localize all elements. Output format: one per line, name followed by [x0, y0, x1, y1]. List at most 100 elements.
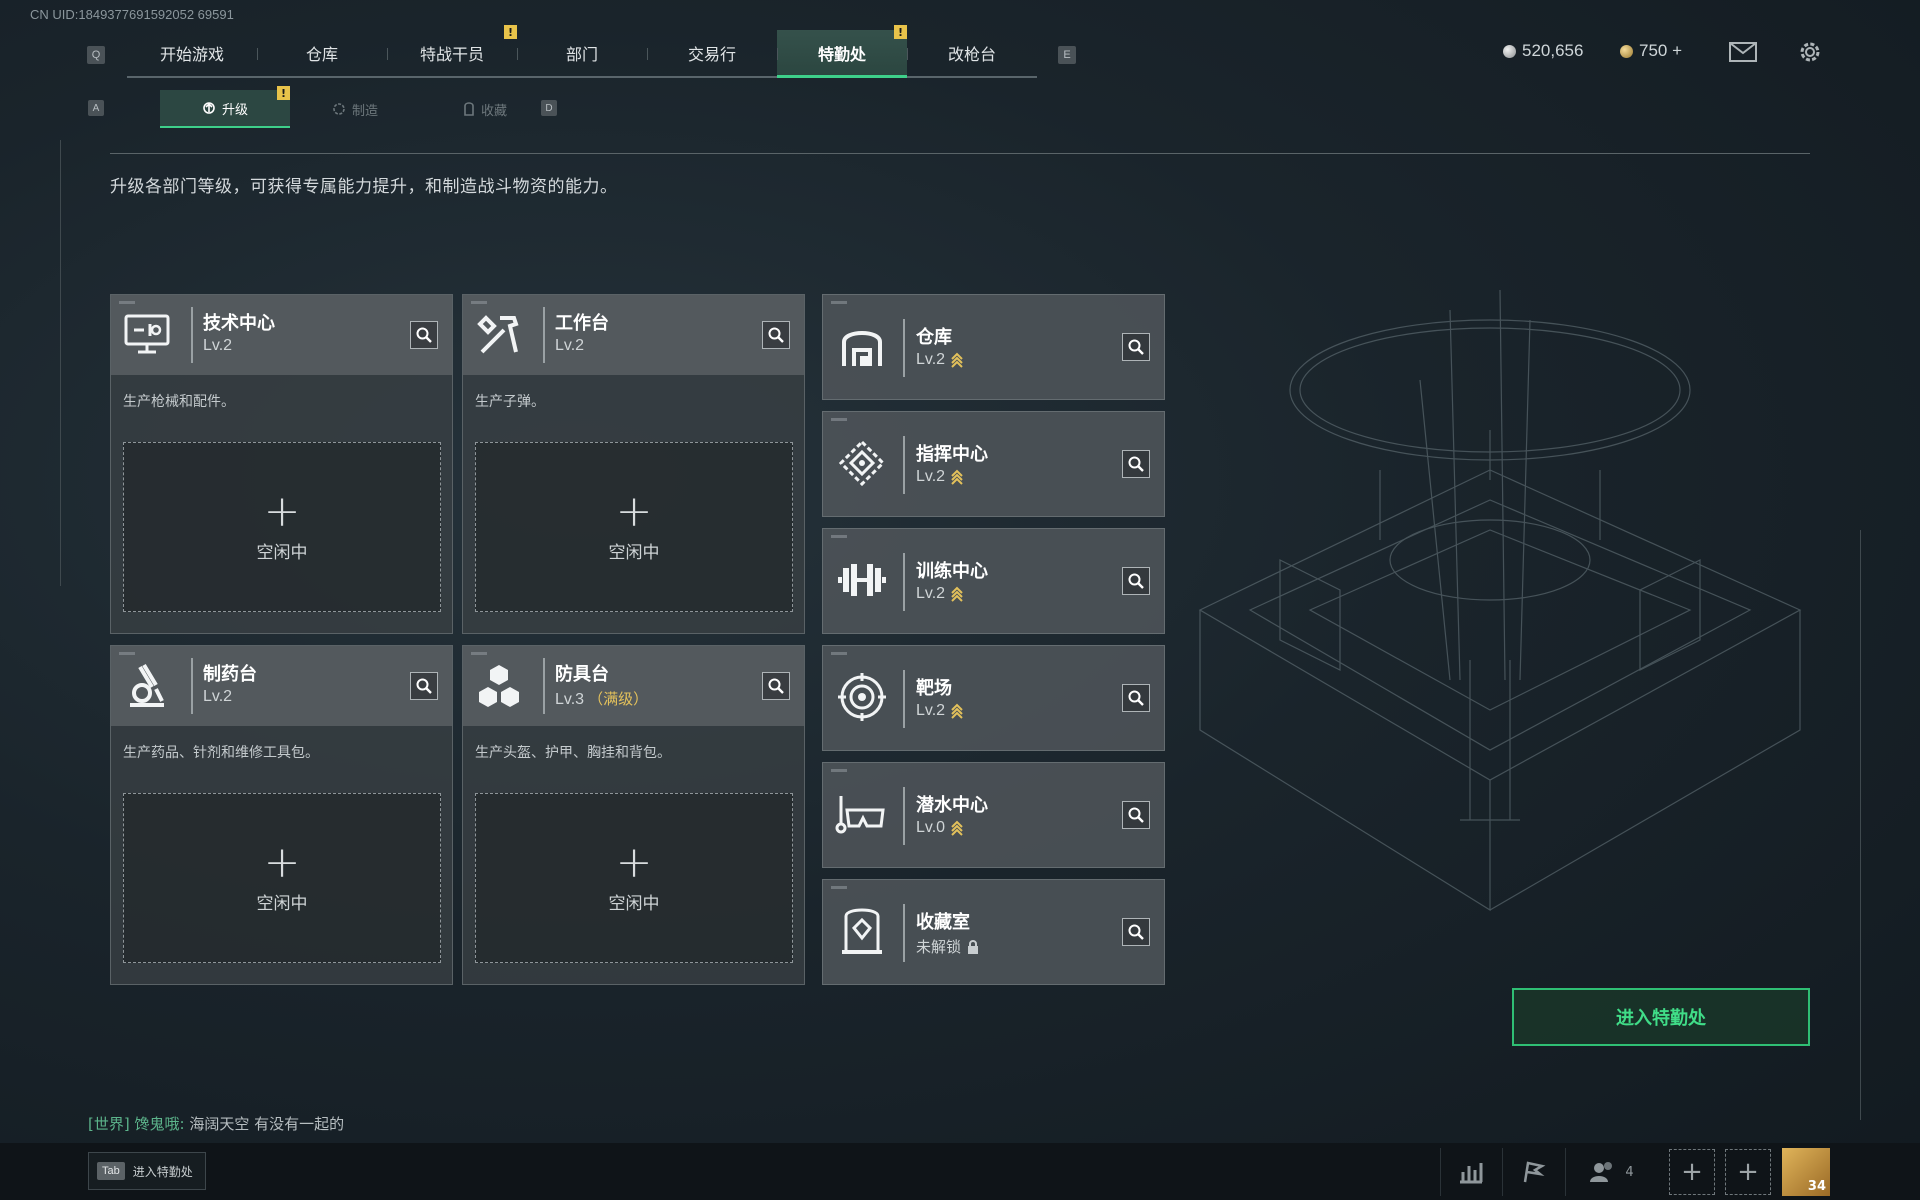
alert-badge-icon: ! [894, 25, 907, 39]
production-slot[interactable]: + 空闲中 [123, 793, 441, 963]
mail-icon[interactable] [1728, 38, 1758, 66]
facility-level: Lv.2 [916, 468, 963, 486]
inspect-button[interactable] [1122, 918, 1150, 946]
enter-special-service-button[interactable]: 进入特勤处 [1512, 988, 1810, 1046]
nav-tab[interactable]: 开始游戏 [127, 30, 257, 76]
nav-tab[interactable]: 特战干员! [387, 25, 517, 76]
card-title: 工作台 [555, 313, 609, 334]
sub-tab-label: 收藏 [480, 103, 507, 119]
search-icon [768, 678, 784, 694]
slot-status: 空闲中 [608, 542, 660, 563]
search-icon [1128, 573, 1144, 589]
card-header: 工作台 Lv.2 [463, 295, 804, 375]
production-slot[interactable]: + 空闲中 [123, 442, 441, 612]
search-icon [1128, 807, 1144, 823]
tab-shortcut-button[interactable]: Tab 进入特勤处 [88, 1152, 206, 1190]
inspect-button[interactable] [410, 672, 438, 700]
facility-card[interactable]: 仓库 Lv.2 [822, 294, 1165, 400]
upgrade-arrows-icon [951, 352, 963, 368]
diving-mask-icon [835, 787, 889, 841]
plus-icon: + [1725, 1149, 1771, 1195]
facility-title: 靶场 [916, 678, 952, 699]
level-value: Lv.2 [203, 688, 233, 705]
silver-currency[interactable]: 520,656 [1503, 41, 1583, 61]
chat-line[interactable]: [世界] 馋鬼哦: 海阔天空 有没有一起的 [88, 1113, 344, 1134]
gold-amount: 750 + [1639, 41, 1683, 60]
nav-tab[interactable]: 交易行 [647, 30, 777, 76]
corner-mark [471, 301, 487, 304]
nav-tab-label: 仓库 [305, 45, 338, 64]
nav-tab[interactable]: 仓库 [257, 30, 387, 76]
sub-tab[interactable]: 升级! [160, 86, 290, 128]
card-description: 生产枪械和配件。 [123, 394, 235, 410]
facility-card[interactable]: 靶场 Lv.2 [822, 645, 1165, 751]
facility-level: Lv.2 [916, 585, 963, 603]
subnav-prev-key[interactable]: A [88, 100, 104, 116]
level-value: 未解锁 [916, 938, 962, 956]
chat-sender: 馋鬼哦: [134, 1115, 185, 1133]
silver-amount: 520,656 [1522, 41, 1584, 60]
corner-mark [831, 652, 847, 655]
divider [543, 658, 545, 714]
production-card: 防具台 Lv.3 （满级） 生产头盔、护甲、胸挂和背包。 + 空闲中 [462, 645, 805, 985]
search-icon [1128, 924, 1144, 940]
collection-small-icon [464, 102, 474, 116]
facility-card[interactable]: 指挥中心 Lv.2 [822, 411, 1165, 517]
sub-tab[interactable]: 制造 [290, 90, 420, 128]
card-title: 防具台 [555, 664, 609, 685]
plus-icon: + [263, 485, 301, 537]
inspect-button[interactable] [1122, 801, 1150, 829]
settings-gear-icon[interactable] [1795, 38, 1825, 66]
player-avatar[interactable]: 34 [1782, 1148, 1830, 1196]
inspect-button[interactable] [1122, 333, 1150, 361]
divider [903, 787, 905, 845]
level-value: Lv.0 [916, 819, 946, 836]
inspect-button[interactable] [762, 672, 790, 700]
nav-tab[interactable]: 特勤处! [777, 25, 907, 78]
plus-icon: + [1669, 1149, 1715, 1195]
add-slot-button-2[interactable]: + [1722, 1148, 1774, 1196]
inspect-button[interactable] [1122, 450, 1150, 478]
tools-icon [473, 309, 525, 361]
search-icon [768, 327, 784, 343]
friends-button[interactable]: 4 [1565, 1148, 1655, 1196]
tab-key-icon: Tab [97, 1162, 125, 1180]
nav-next-key[interactable]: E [1058, 46, 1076, 64]
stats-button[interactable] [1440, 1148, 1500, 1196]
inspect-button[interactable] [410, 321, 438, 349]
subnav-next-key[interactable]: D [541, 100, 557, 116]
nav-prev-key[interactable]: Q [87, 46, 105, 64]
facility-card[interactable]: 潜水中心 Lv.0 [822, 762, 1165, 868]
card-level: Lv.2 [203, 337, 232, 355]
inspect-button[interactable] [762, 321, 790, 349]
divider [191, 307, 193, 363]
search-icon [416, 678, 432, 694]
cubes-icon [473, 660, 525, 712]
inspect-button[interactable] [1122, 684, 1150, 712]
facility-card[interactable]: 收藏室 未解锁 [822, 879, 1165, 985]
corner-mark [831, 418, 847, 421]
production-card: 制药台 Lv.2 生产药品、针剂和维修工具包。 + 空闲中 [110, 645, 453, 985]
sub-nav: 升级! 制造 收藏 [160, 86, 550, 128]
gold-currency[interactable]: 750 + [1620, 41, 1682, 61]
upgrade-arrows-icon [951, 703, 963, 719]
add-slot-button-1[interactable]: + [1666, 1148, 1718, 1196]
nav-tab[interactable]: 改枪台 [907, 30, 1037, 76]
flag-icon [1523, 1161, 1545, 1183]
production-slot[interactable]: + 空闲中 [475, 793, 793, 963]
bar-chart-icon [1459, 1163, 1482, 1184]
production-slot[interactable]: + 空闲中 [475, 442, 793, 612]
corner-mark [831, 886, 847, 889]
facility-card[interactable]: 训练中心 Lv.2 [822, 528, 1165, 634]
nav-tab[interactable]: 部门 [517, 30, 647, 76]
level-value: Lv.2 [916, 585, 946, 602]
frame-line-right [1860, 530, 1861, 1120]
flag-button[interactable] [1502, 1148, 1562, 1196]
inspect-button[interactable] [1122, 567, 1150, 595]
sub-tab-label: 升级 [221, 102, 248, 118]
page-description: 升级各部门等级，可获得专属能力提升，和制造战斗物资的能力。 [110, 177, 618, 197]
sub-tab[interactable]: 收藏 [420, 90, 550, 128]
header-divider [110, 153, 1810, 154]
plus-icon: + [263, 836, 301, 888]
facility-level: 未解锁 [916, 936, 979, 957]
